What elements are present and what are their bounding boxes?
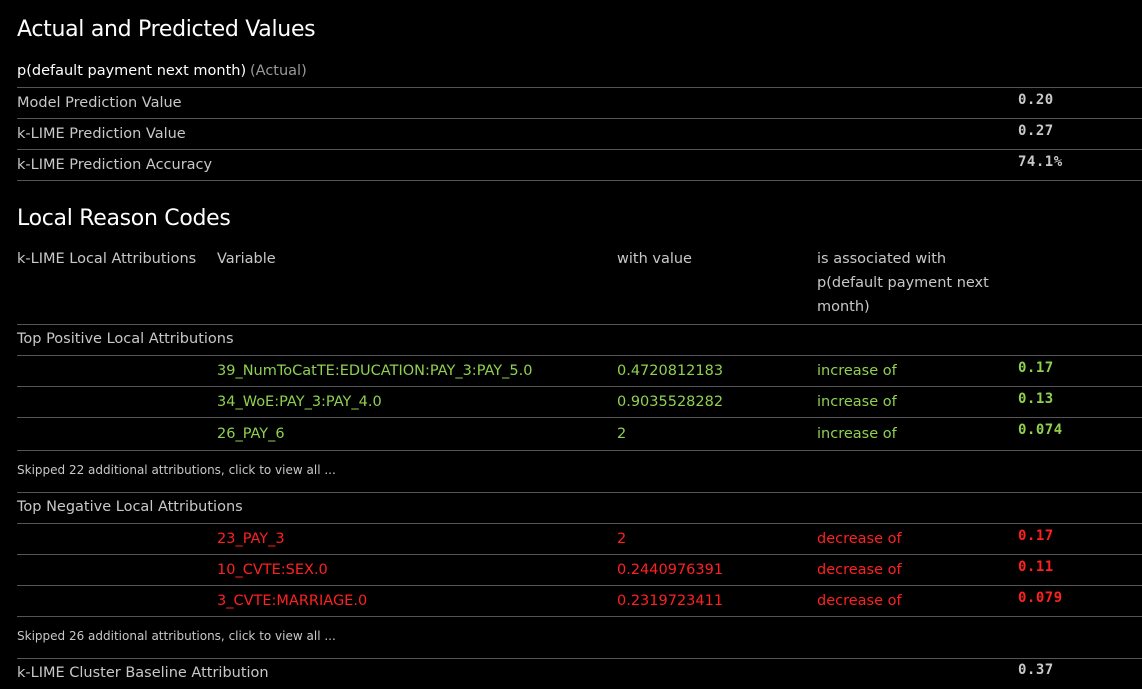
- attribution-amount: 0.11: [1018, 559, 1054, 575]
- variable-name: 23_PAY_3: [217, 531, 285, 547]
- baseline-row: k-LIME Cluster Baseline Attribution 0.37: [17, 659, 1142, 689]
- attribution-amount: 0.17: [1018, 360, 1054, 376]
- variable-value: 2: [617, 426, 627, 442]
- klime-accuracy-label: k-LIME Prediction Accuracy: [17, 157, 213, 173]
- attribution-amount: 0.079: [1018, 590, 1063, 606]
- variable-value: 0.2319723411: [617, 593, 724, 609]
- table-row: 23_PAY_3 2 decrease of 0.17: [17, 524, 1142, 555]
- variable-name: 10_CVTE:SEX.0: [217, 562, 328, 578]
- actual-predicted-title: Actual and Predicted Values: [17, 17, 316, 42]
- association-text: decrease of: [817, 593, 902, 609]
- association-text: decrease of: [817, 531, 902, 547]
- table-row: 3_CVTE:MARRIAGE.0 0.2319723411 decrease …: [17, 586, 1142, 617]
- association-text: increase of: [817, 394, 897, 410]
- reason-header-row: k-LIME Local Attributions Variable with …: [17, 244, 1142, 325]
- positive-section-title: Top Positive Local Attributions: [17, 331, 234, 347]
- klime-prediction-value: 0.27: [1018, 123, 1054, 139]
- baseline-label: k-LIME Cluster Baseline Attribution: [17, 665, 269, 681]
- table-row: 39_NumToCatTE:EDUCATION:PAY_3:PAY_5.0 0.…: [17, 356, 1142, 387]
- positive-section-title-row: Top Positive Local Attributions: [17, 325, 1142, 356]
- variable-name: 34_WoE:PAY_3:PAY_4.0: [217, 394, 382, 410]
- header-assoc-line1: is associated with: [817, 251, 947, 267]
- klime-accuracy-value: 74.1%: [1018, 154, 1063, 170]
- header-assoc-line3: month): [817, 299, 870, 315]
- header-attributions: k-LIME Local Attributions: [17, 251, 197, 267]
- variable-name: 39_NumToCatTE:EDUCATION:PAY_3:PAY_5.0: [217, 363, 533, 379]
- attribution-amount: 0.074: [1018, 422, 1063, 438]
- table-row: 34_WoE:PAY_3:PAY_4.0 0.9035528282 increa…: [17, 387, 1142, 418]
- model-prediction-row: Model Prediction Value 0.20: [17, 88, 1142, 119]
- target-label: p(default payment next month): [17, 63, 247, 79]
- attribution-amount: 0.17: [1018, 528, 1054, 544]
- klime-prediction-row: k-LIME Prediction Value 0.27: [17, 119, 1142, 150]
- association-text: decrease of: [817, 562, 902, 578]
- variable-value: 0.2440976391: [617, 562, 724, 578]
- variable-value: 0.9035528282: [617, 394, 724, 410]
- skipped-negative-link[interactable]: Skipped 26 additional attributions, clic…: [17, 617, 1142, 659]
- variable-name: 3_CVTE:MARRIAGE.0: [217, 593, 368, 609]
- negative-section-title-row: Top Negative Local Attributions: [17, 493, 1142, 524]
- target-row: p(default payment next month) (Actual): [17, 57, 1142, 88]
- association-text: increase of: [817, 363, 897, 379]
- klime-accuracy-row: k-LIME Prediction Accuracy 74.1%: [17, 150, 1142, 181]
- variable-value: 0.4720812183: [617, 363, 724, 379]
- table-row: 26_PAY_6 2 increase of 0.074: [17, 418, 1142, 451]
- attribution-amount: 0.13: [1018, 391, 1054, 407]
- skipped-positive-link[interactable]: Skipped 22 additional attributions, clic…: [17, 451, 1142, 493]
- target-suffix: (Actual): [250, 63, 307, 79]
- header-assoc-line2: p(default payment next: [817, 275, 989, 291]
- skipped-positive-text: Skipped 22 additional attributions, clic…: [17, 463, 336, 477]
- skipped-negative-text: Skipped 26 additional attributions, clic…: [17, 629, 336, 643]
- variable-value: 2: [617, 531, 627, 547]
- model-prediction-label: Model Prediction Value: [17, 95, 182, 111]
- local-reason-codes-title: Local Reason Codes: [17, 206, 231, 231]
- variable-name: 26_PAY_6: [217, 426, 285, 442]
- association-text: increase of: [817, 426, 897, 442]
- baseline-value: 0.37: [1018, 662, 1054, 678]
- model-prediction-value: 0.20: [1018, 92, 1054, 108]
- header-variable: Variable: [217, 251, 276, 267]
- klime-prediction-label: k-LIME Prediction Value: [17, 126, 186, 142]
- negative-section-title: Top Negative Local Attributions: [17, 499, 243, 515]
- table-row: 10_CVTE:SEX.0 0.2440976391 decrease of 0…: [17, 555, 1142, 586]
- header-with-value: with value: [617, 251, 692, 267]
